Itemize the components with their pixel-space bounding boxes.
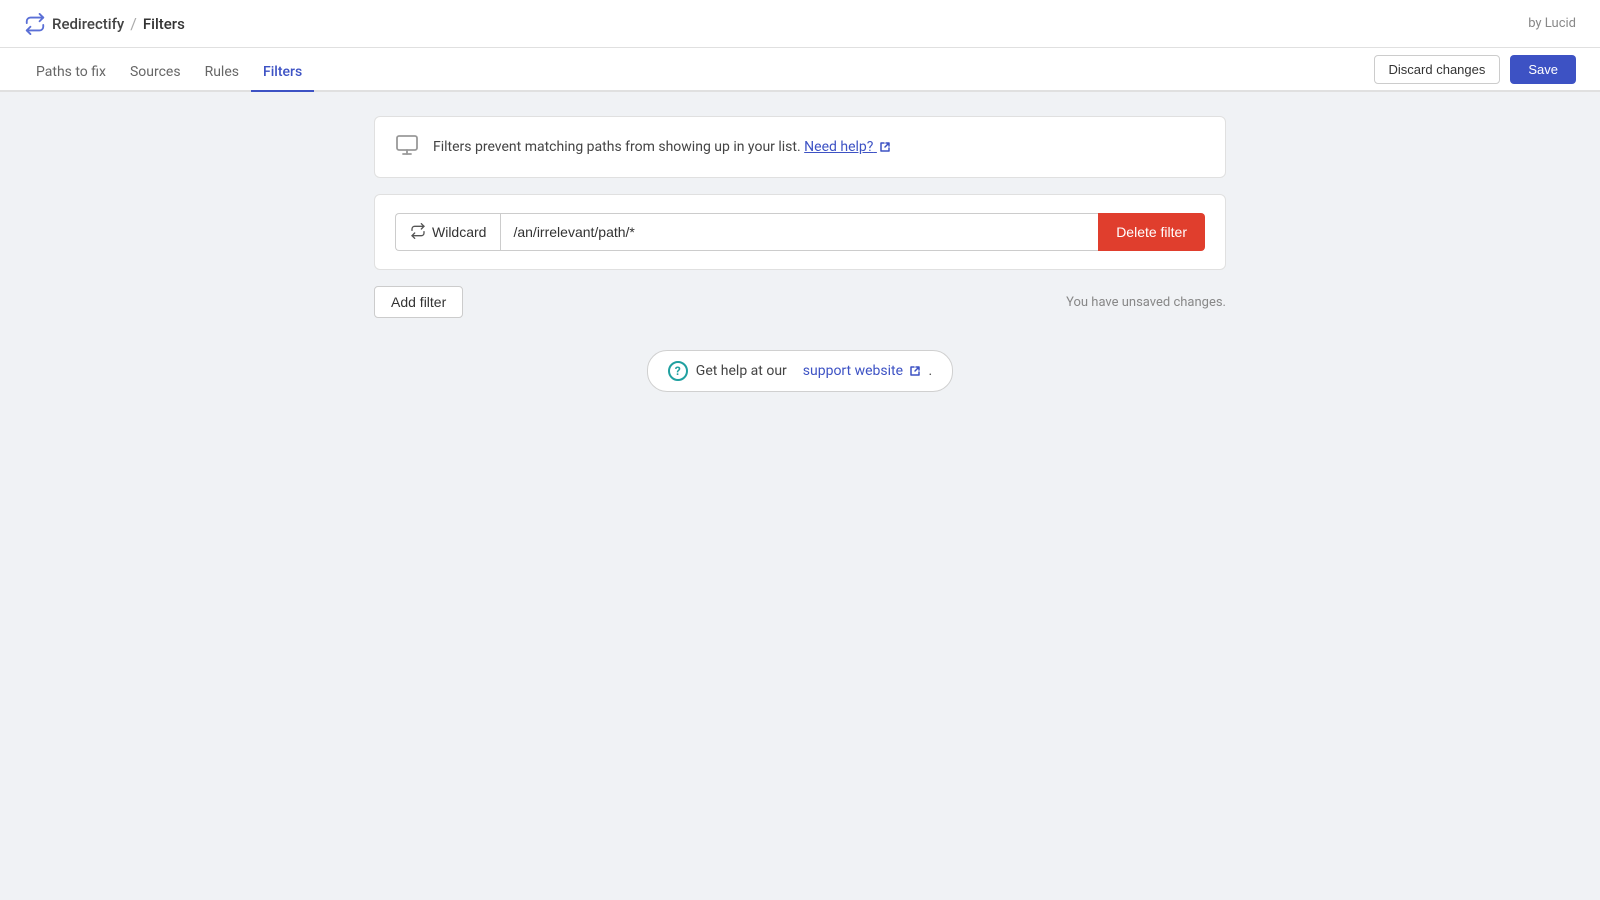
add-filter-button[interactable]: Add filter <box>374 286 463 318</box>
tab-rules[interactable]: Rules <box>193 50 251 92</box>
support-external-icon <box>909 365 921 377</box>
info-banner: Filters prevent matching paths from show… <box>374 116 1226 178</box>
filter-card: Wildcard Delete filter <box>374 194 1226 270</box>
nav-tabs: Paths to fix Sources Rules Filters <box>24 48 314 90</box>
nav-actions: Discard changes Save <box>1374 55 1576 90</box>
header-left: Redirectify / Filters <box>24 13 185 35</box>
discard-changes-button[interactable]: Discard changes <box>1374 55 1501 84</box>
help-box: ? Get help at our support website . <box>647 350 953 392</box>
header-right: by Lucid <box>1528 16 1576 31</box>
bottom-row: Add filter You have unsaved changes. <box>374 286 1226 318</box>
banner-text: Filters prevent matching paths from show… <box>433 139 891 155</box>
breadcrumb-separator: / <box>130 14 137 33</box>
banner-icon <box>395 133 419 161</box>
by-label: by Lucid <box>1528 16 1576 31</box>
filter-type-button[interactable]: Wildcard <box>395 213 500 251</box>
help-text: Get help at our <box>696 363 787 379</box>
need-help-link[interactable]: Need help? <box>804 139 891 155</box>
help-icon: ? <box>668 361 688 381</box>
breadcrumb-current: Filters <box>143 15 185 33</box>
save-button[interactable]: Save <box>1510 55 1576 84</box>
unsaved-message: You have unsaved changes. <box>1066 295 1226 310</box>
help-period: . <box>929 363 933 379</box>
delete-filter-button[interactable]: Delete filter <box>1098 213 1205 251</box>
main-content: Filters prevent matching paths from show… <box>350 92 1250 416</box>
filter-path-input[interactable] <box>500 213 1098 251</box>
wildcard-icon <box>410 223 426 242</box>
logo-icon <box>24 13 46 35</box>
filter-row: Wildcard Delete filter <box>395 213 1205 251</box>
external-link-icon <box>879 141 891 153</box>
nav-bar: Paths to fix Sources Rules Filters Disca… <box>0 48 1600 92</box>
app-logo[interactable]: Redirectify <box>24 13 124 35</box>
filter-type-label: Wildcard <box>432 224 486 240</box>
support-website-link[interactable]: support website <box>803 363 921 379</box>
header: Redirectify / Filters by Lucid <box>0 0 1600 48</box>
tab-sources[interactable]: Sources <box>118 50 193 92</box>
app-name: Redirectify <box>52 15 124 33</box>
tab-paths-to-fix[interactable]: Paths to fix <box>24 50 118 92</box>
tab-filters[interactable]: Filters <box>251 50 314 92</box>
